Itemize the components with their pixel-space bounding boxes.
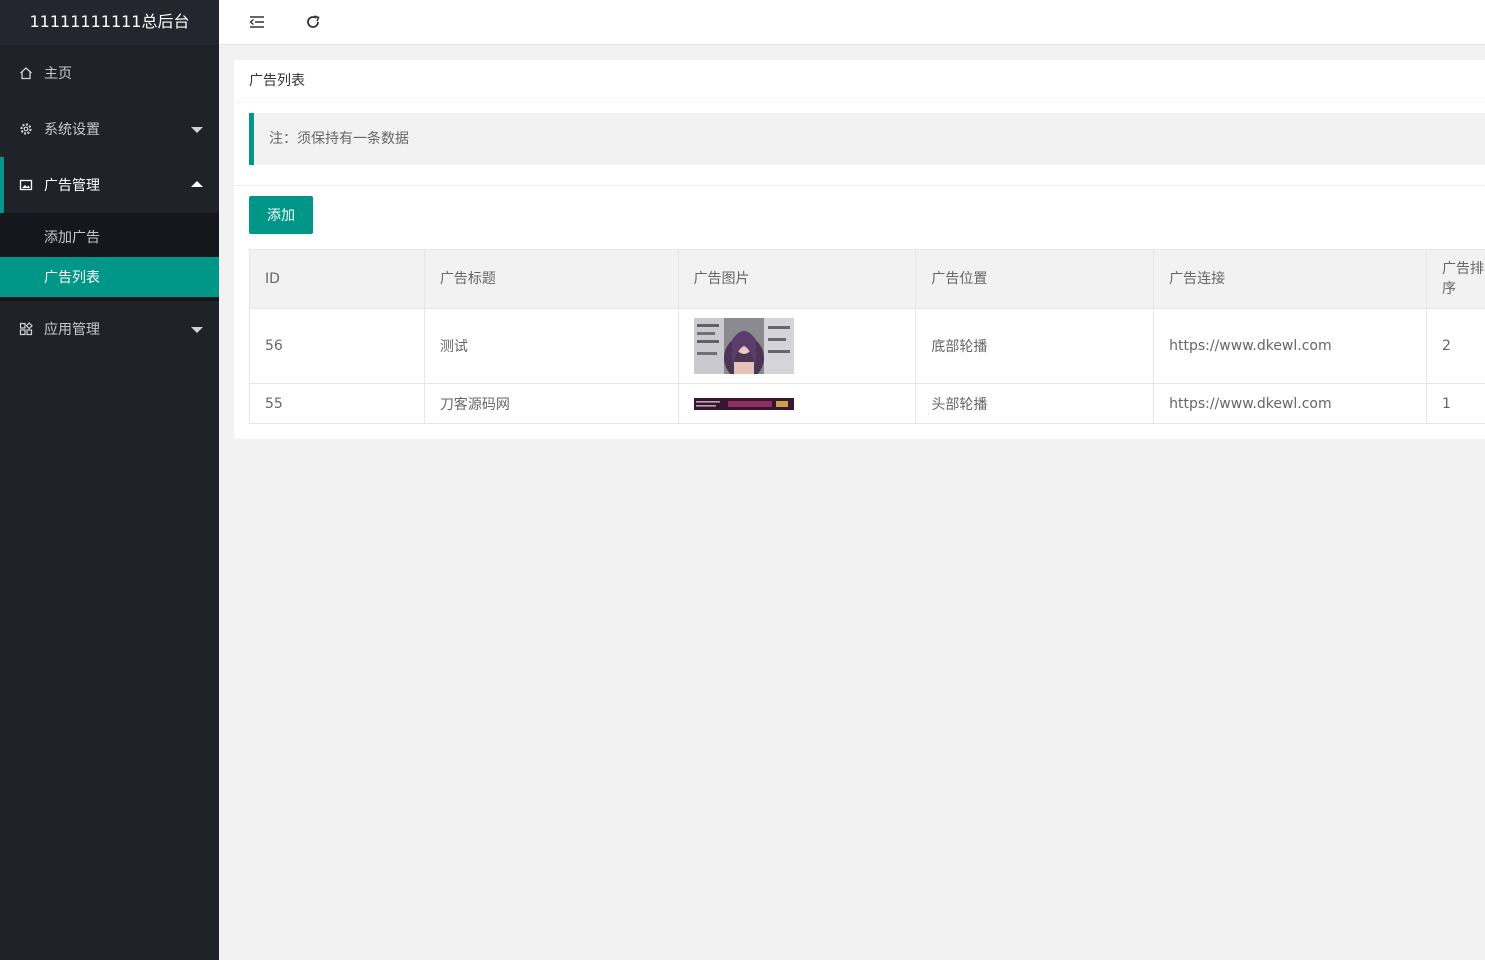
cell-sort: 2 bbox=[1426, 308, 1485, 384]
home-icon bbox=[18, 65, 34, 81]
sidebar-item-home[interactable]: 主页 bbox=[0, 45, 219, 101]
chevron-down-icon bbox=[191, 127, 203, 133]
column-header-id[interactable]: ID bbox=[249, 249, 425, 309]
cell-image bbox=[677, 308, 917, 384]
sidebar-item-label: 主页 bbox=[44, 66, 72, 82]
ad-image-thumbnail[interactable] bbox=[693, 397, 794, 410]
gear-icon bbox=[18, 121, 34, 137]
cell-id: 55 bbox=[249, 383, 425, 424]
table-row[interactable]: 56 测试 底部轮播 https://www.dkewl.com 2 bbox=[249, 308, 1485, 384]
column-header-position[interactable]: 广告位置 bbox=[915, 249, 1155, 309]
column-header-image[interactable]: 广告图片 bbox=[677, 249, 917, 309]
column-header-link[interactable]: 广告连接 bbox=[1153, 249, 1428, 309]
ad-image-thumbnail[interactable] bbox=[693, 318, 794, 374]
column-header-title[interactable]: 广告标题 bbox=[423, 249, 679, 309]
notice-quote: 注：须保持有一条数据 bbox=[249, 113, 1485, 165]
table-row[interactable]: 55 刀客源码网 头部轮播 https://www.dkewl.com 1 bbox=[249, 383, 1485, 424]
card-title: 广告列表 bbox=[234, 60, 1485, 103]
column-header-sort[interactable]: 广告排序 bbox=[1426, 249, 1485, 309]
image-icon bbox=[18, 177, 34, 193]
cell-link: https://www.dkewl.com bbox=[1153, 383, 1428, 424]
sidebar-item-label: 系统设置 bbox=[44, 122, 100, 138]
sidebar-subitem-ad-list[interactable]: 广告列表 bbox=[0, 257, 219, 297]
cell-position: 底部轮播 bbox=[915, 308, 1155, 384]
sidebar-item-label: 应用管理 bbox=[44, 322, 100, 338]
add-button[interactable]: 添加 bbox=[249, 196, 313, 234]
top-header bbox=[219, 0, 1485, 45]
apps-icon bbox=[18, 321, 34, 337]
ad-management-submenu: 添加广告 广告列表 bbox=[0, 213, 219, 301]
chevron-down-icon bbox=[191, 327, 203, 333]
divider bbox=[234, 185, 1485, 186]
cell-position: 头部轮播 bbox=[915, 383, 1155, 424]
refresh-icon[interactable] bbox=[301, 10, 325, 34]
sidebar-item-app-management[interactable]: 应用管理 bbox=[0, 301, 219, 357]
cell-sort: 1 bbox=[1426, 383, 1485, 424]
sidebar-item-label: 广告管理 bbox=[44, 178, 100, 194]
sidebar: 11111111111总后台 主页 系统设置 广告管理 添加广告 广告列表 应用… bbox=[0, 0, 219, 960]
cell-link: https://www.dkewl.com bbox=[1153, 308, 1428, 384]
menu-fold-icon[interactable] bbox=[245, 10, 269, 34]
chevron-up-icon bbox=[191, 181, 203, 187]
cell-title: 测试 bbox=[423, 308, 679, 384]
cell-id: 56 bbox=[249, 308, 425, 384]
table-header-row: ID 广告标题 广告图片 广告位置 广告连接 广告排序 bbox=[249, 249, 1485, 309]
ad-table: ID 广告标题 广告图片 广告位置 广告连接 广告排序 56 测试 底部轮播 h… bbox=[249, 249, 1485, 424]
ad-list-card: 广告列表 注：须保持有一条数据 添加 ID 广告标题 广告图片 广告位置 广告连… bbox=[234, 60, 1485, 439]
sidebar-subitem-add-ad[interactable]: 添加广告 bbox=[0, 217, 219, 257]
sidebar-item-system-settings[interactable]: 系统设置 bbox=[0, 101, 219, 157]
sidebar-item-ad-management[interactable]: 广告管理 bbox=[0, 157, 219, 213]
cell-title: 刀客源码网 bbox=[423, 383, 679, 424]
app-logo-title: 11111111111总后台 bbox=[0, 0, 219, 45]
cell-image bbox=[677, 383, 917, 424]
